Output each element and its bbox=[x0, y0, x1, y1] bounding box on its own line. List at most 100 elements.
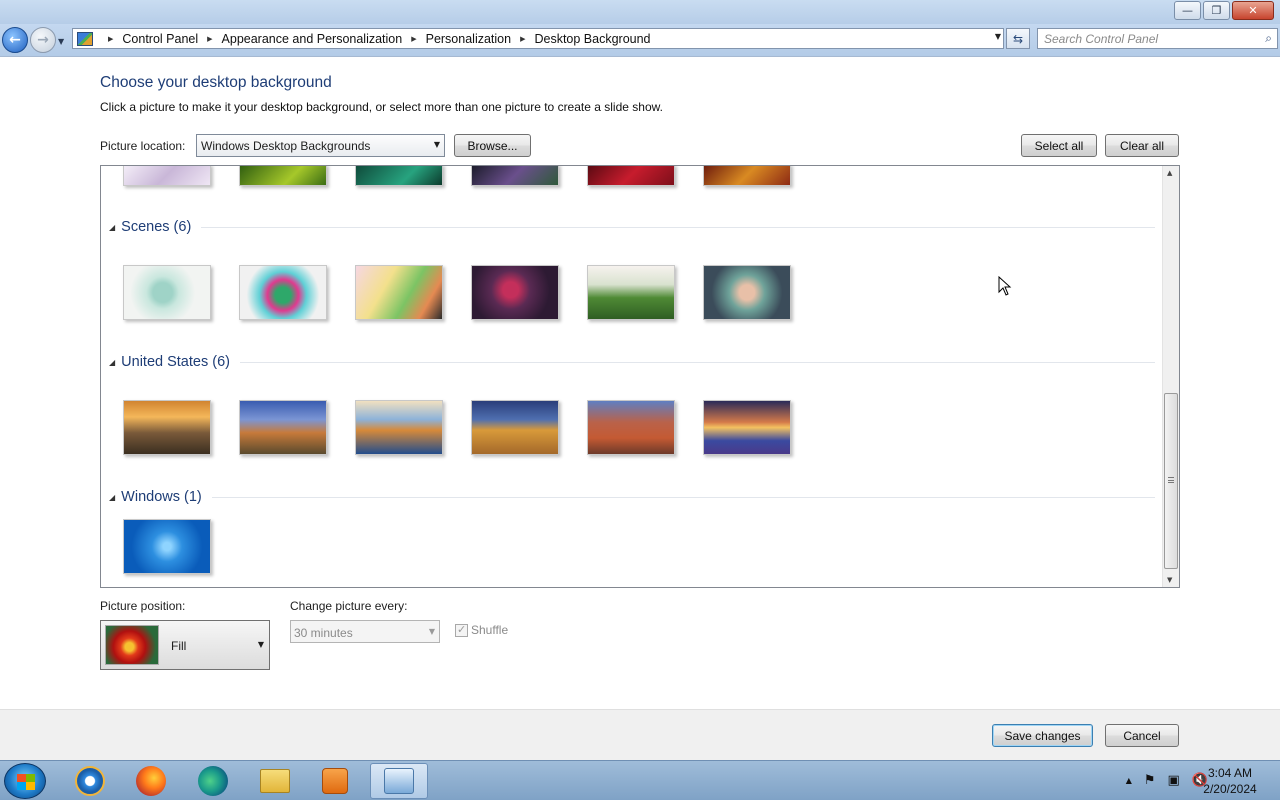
taskbar-clock[interactable]: 3:04 AM 2/20/2024 bbox=[1200, 765, 1260, 797]
shuffle-option[interactable]: Shuffle bbox=[455, 623, 508, 637]
position-preview bbox=[105, 625, 159, 665]
wallpaper-thumbnail[interactable] bbox=[587, 265, 675, 320]
breadcrumb-desktop-background[interactable]: Desktop Background bbox=[534, 32, 650, 46]
breadcrumb-separator-icon[interactable]: ▶ bbox=[207, 35, 212, 43]
wallpaper-thumbnail[interactable] bbox=[239, 400, 327, 455]
breadcrumb-control-panel[interactable]: Control Panel bbox=[122, 32, 198, 46]
media-player-icon bbox=[322, 768, 348, 794]
collapse-triangle-icon[interactable]: ◢ bbox=[109, 493, 115, 502]
picture-location-select[interactable]: Windows Desktop Backgrounds ▼ bbox=[196, 134, 445, 157]
title-bar: — ❐ ✕ bbox=[0, 0, 1280, 24]
scroll-up-icon[interactable]: ▲ bbox=[1167, 169, 1172, 177]
breadcrumb-separator-icon[interactable]: ▶ bbox=[108, 35, 113, 43]
group-divider bbox=[201, 226, 1155, 228]
taskbar-file-explorer[interactable] bbox=[246, 763, 304, 799]
wallpaper-thumbnail[interactable] bbox=[703, 166, 791, 186]
wallpaper-thumbnail[interactable] bbox=[239, 265, 327, 320]
show-hidden-icons-icon[interactable]: ▲ bbox=[1126, 776, 1132, 788]
wallpaper-thumbnail[interactable] bbox=[471, 166, 559, 186]
breadcrumb-personalization[interactable]: Personalization bbox=[426, 32, 511, 46]
wallpaper-thumbnail[interactable] bbox=[123, 400, 211, 455]
shuffle-label: Shuffle bbox=[471, 623, 509, 637]
network-icon[interactable]: ▣ bbox=[1168, 773, 1180, 788]
wallpaper-row-united-states bbox=[123, 400, 791, 455]
taskbar-control-panel[interactable] bbox=[370, 763, 428, 799]
wallpaper-thumbnail[interactable] bbox=[587, 166, 675, 186]
search-box: ⌕ bbox=[1037, 28, 1278, 49]
browse-button[interactable]: Browse... bbox=[454, 134, 531, 157]
group-header-windows[interactable]: ◢ Windows (1) bbox=[109, 489, 1155, 505]
wallpaper-thumbnail[interactable] bbox=[355, 166, 443, 186]
collapse-triangle-icon[interactable]: ◢ bbox=[109, 358, 115, 367]
chevron-down-icon: ▼ bbox=[257, 640, 264, 649]
collapse-triangle-icon[interactable]: ◢ bbox=[109, 223, 115, 232]
close-button[interactable]: ✕ bbox=[1232, 1, 1274, 20]
address-bar[interactable]: ▶ Control Panel ▶ Appearance and Persona… bbox=[72, 28, 1004, 49]
group-divider bbox=[239, 361, 1155, 363]
clock-time: 3:04 AM bbox=[1207, 766, 1253, 780]
shuffle-checkbox[interactable] bbox=[455, 623, 468, 637]
windows-logo-icon bbox=[17, 774, 35, 790]
wallpaper-thumbnail[interactable] bbox=[471, 400, 559, 455]
wallpaper-thumbnail[interactable] bbox=[355, 400, 443, 455]
breadcrumb-separator-icon[interactable]: ▶ bbox=[411, 35, 416, 43]
breadcrumb-appearance[interactable]: Appearance and Personalization bbox=[222, 32, 403, 46]
wallpaper-thumbnail[interactable] bbox=[123, 166, 211, 186]
change-picture-label: Change picture every: bbox=[290, 599, 408, 613]
search-input[interactable] bbox=[1044, 31, 1249, 46]
wallpaper-row-windows bbox=[123, 519, 211, 574]
save-changes-button[interactable]: Save changes bbox=[992, 724, 1093, 747]
clear-all-button[interactable]: Clear all bbox=[1105, 134, 1179, 157]
picture-location-value: Windows Desktop Backgrounds bbox=[201, 139, 371, 153]
picture-position-select[interactable]: Fill ▼ bbox=[100, 620, 270, 670]
wallpaper-thumbnail[interactable] bbox=[703, 400, 791, 455]
cancel-button[interactable]: Cancel bbox=[1105, 724, 1179, 747]
wallpaper-row-scenes bbox=[123, 265, 791, 320]
picture-position-value: Fill bbox=[171, 639, 187, 653]
recent-pages-dropdown[interactable]: ▼ bbox=[58, 37, 64, 46]
minimize-button[interactable]: — bbox=[1174, 1, 1201, 20]
change-interval-select[interactable]: 30 minutes ▼ bbox=[290, 620, 440, 643]
taskbar-firefox[interactable] bbox=[122, 763, 180, 799]
change-interval-value: 30 minutes bbox=[294, 626, 353, 640]
gallery-scrollbar[interactable]: ▲ ▼ bbox=[1162, 166, 1179, 587]
control-panel-icon bbox=[384, 768, 414, 794]
taskbar-internet-explorer[interactable] bbox=[61, 763, 119, 799]
group-name: Windows (1) bbox=[121, 489, 202, 505]
scroll-down-icon[interactable]: ▼ bbox=[1167, 576, 1172, 584]
wallpaper-thumbnail[interactable] bbox=[123, 519, 211, 574]
refresh-button[interactable]: ⇆ bbox=[1006, 28, 1030, 49]
firefox-icon bbox=[136, 766, 166, 796]
wallpaper-thumbnail[interactable] bbox=[239, 166, 327, 186]
search-icon[interactable]: ⌕ bbox=[1265, 31, 1272, 46]
breadcrumb-separator-icon[interactable]: ▶ bbox=[520, 35, 525, 43]
control-panel-icon bbox=[77, 31, 93, 46]
scrollbar-thumb[interactable] bbox=[1164, 393, 1178, 569]
group-name: Scenes (6) bbox=[121, 219, 192, 235]
group-header-scenes[interactable]: ◢ Scenes (6) bbox=[109, 219, 1155, 235]
wallpaper-thumbnail[interactable] bbox=[471, 265, 559, 320]
start-button[interactable] bbox=[4, 763, 46, 799]
select-all-button[interactable]: Select all bbox=[1021, 134, 1097, 157]
back-button[interactable]: ← bbox=[2, 27, 28, 53]
wallpaper-thumbnail[interactable] bbox=[587, 400, 675, 455]
wallpaper-thumbnail[interactable] bbox=[123, 265, 211, 320]
address-dropdown-icon[interactable]: ▼ bbox=[995, 32, 1001, 41]
picture-location-label: Picture location: bbox=[100, 139, 186, 153]
wallpaper-row-previous bbox=[123, 166, 791, 186]
page-title: Choose your desktop background bbox=[100, 74, 332, 91]
group-header-united-states[interactable]: ◢ United States (6) bbox=[109, 354, 1155, 370]
maximize-button[interactable]: ❐ bbox=[1203, 1, 1230, 20]
wallpaper-gallery: ◢ Scenes (6) ◢ United States (6) ◢ Windo… bbox=[100, 165, 1180, 588]
file-explorer-icon bbox=[260, 769, 290, 793]
taskbar-media-player[interactable] bbox=[306, 763, 364, 799]
action-center-flag-icon[interactable]: ⚑ bbox=[1144, 773, 1156, 788]
wallpaper-thumbnail[interactable] bbox=[355, 265, 443, 320]
clock-date: 2/20/2024 bbox=[1203, 782, 1257, 796]
wallpaper-thumbnail[interactable] bbox=[703, 265, 791, 320]
system-tray: ▲ ⚑ ▣ 🔇 bbox=[1126, 773, 1208, 788]
breadcrumb: ▶ Control Panel ▶ Appearance and Persona… bbox=[99, 32, 651, 46]
forward-button[interactable]: → bbox=[30, 27, 56, 53]
taskbar-edge[interactable] bbox=[184, 763, 242, 799]
taskbar: ▲ ⚑ ▣ 🔇 bbox=[0, 760, 1280, 800]
